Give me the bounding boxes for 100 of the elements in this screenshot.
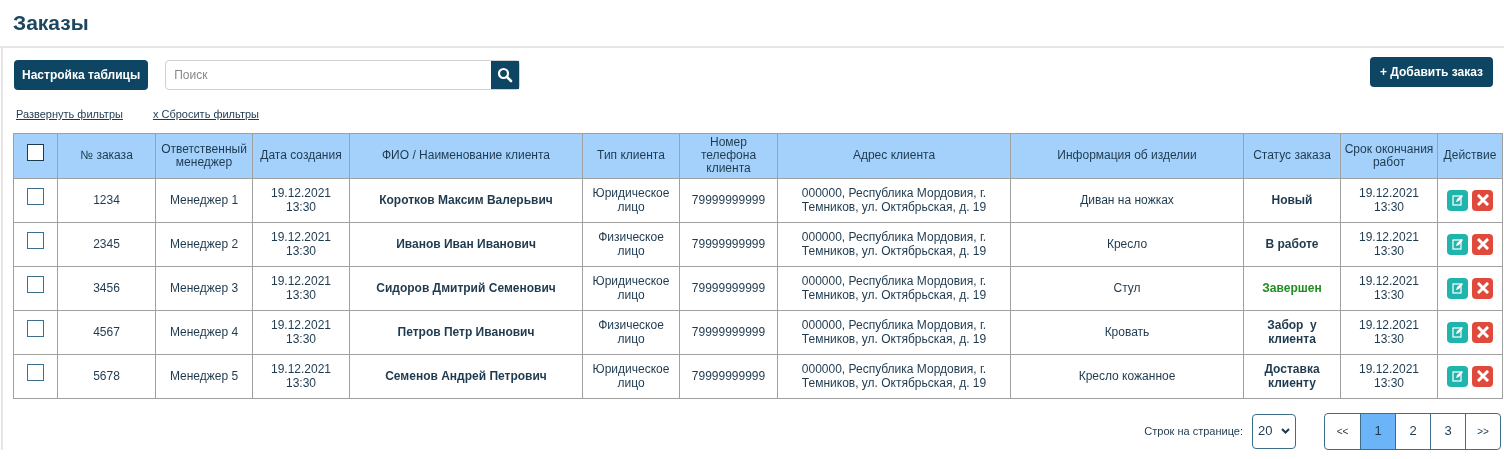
search-icon (497, 67, 514, 83)
table-cell: 000000, Республика Мордовия, г. Темников, ул. Октябрьская, д. 19 (777, 178, 1011, 222)
edit-button[interactable] (1447, 321, 1468, 343)
table-cell: 4567 (57, 310, 156, 354)
close-icon (1476, 194, 1489, 206)
table-cell: Кресло (1010, 222, 1244, 266)
close-icon (1476, 238, 1489, 250)
checkbox[interactable] (27, 276, 44, 293)
table-cell: Сидоров Дмитрий Семенович (349, 266, 583, 310)
column-header: Адрес клиента (777, 133, 1011, 178)
checkbox[interactable] (27, 364, 44, 381)
table-cell: 000000, Республика Мордовия, г. Темников, ул. Октябрьская, д. 19 (777, 266, 1011, 310)
table-cell: 19.12.2021 13:30 (1340, 178, 1438, 222)
add-order-button[interactable]: + Добавить заказ (1369, 57, 1493, 87)
table-cell: Юридическое лицо (582, 354, 680, 398)
close-icon (1476, 370, 1489, 382)
table-settings-button[interactable]: Настройка таблицы (14, 60, 149, 90)
table-cell: 19.12.2021 13:30 (1340, 354, 1438, 398)
column-header: Дата создания (252, 133, 350, 178)
table-cell: Иванов Иван Иванович (349, 222, 583, 266)
table-cell: Кресло кожанное (1010, 354, 1244, 398)
column-header: ФИО / Наименование клиента (349, 133, 583, 178)
status-text: Новый (1271, 193, 1313, 207)
table-cell: 5678 (57, 354, 156, 398)
table-cell: Менеджер 2 (155, 222, 253, 266)
status-text: В работе (1265, 237, 1319, 251)
close-icon (1476, 282, 1489, 294)
pencil-icon (1451, 282, 1464, 294)
table-cell: 19.12.2021 13:30 (252, 222, 350, 266)
table-cell: 3456 (57, 266, 156, 310)
checkbox[interactable] (27, 188, 44, 205)
status-text: Доставка клиенту (1264, 362, 1321, 390)
table-cell: Физическое лицо (582, 310, 680, 354)
rows-per-page-select[interactable]: 20 (1252, 413, 1296, 449)
edit-button[interactable] (1447, 365, 1468, 387)
edit-button[interactable] (1447, 277, 1468, 299)
chevron-down-icon (1281, 428, 1290, 434)
column-header: Номер телефона клиента (679, 133, 778, 178)
delete-button[interactable] (1472, 189, 1493, 211)
table-cell: Кровать (1010, 310, 1244, 354)
table-cell: 19.12.2021 13:30 (1340, 222, 1438, 266)
column-header: Тип клиента (582, 133, 680, 178)
table-cell: 2345 (57, 222, 156, 266)
table-cell: 19.12.2021 13:30 (252, 354, 350, 398)
table-cell: Диван на ножках (1010, 178, 1244, 222)
pencil-icon (1451, 326, 1464, 338)
page-button[interactable]: 1 (1360, 413, 1395, 449)
table-cell: 000000, Республика Мордовия, г. Темников, ул. Октябрьская, д. 19 (777, 222, 1011, 266)
column-header: Действие (1437, 133, 1503, 178)
table-cell: 79999999999 (679, 178, 778, 222)
delete-button[interactable] (1472, 233, 1493, 255)
table-cell: 000000, Республика Мордовия, г. Темников, ул. Октябрьская, д. 19 (777, 354, 1011, 398)
edit-button[interactable] (1447, 233, 1468, 255)
status-text: Завершен (1262, 281, 1322, 295)
table-cell: 19.12.2021 13:30 (1340, 266, 1438, 310)
table-cell: 19.12.2021 13:30 (252, 266, 350, 310)
checkbox[interactable] (27, 143, 44, 161)
table-cell: 19.12.2021 13:30 (252, 178, 350, 222)
column-header: Срок окончания работ (1340, 133, 1438, 178)
last-page-button[interactable]: >> (1465, 413, 1500, 449)
table-cell: 1234 (57, 178, 156, 222)
edit-button[interactable] (1447, 189, 1468, 211)
table-cell: Физическое лицо (582, 222, 680, 266)
pencil-icon (1451, 194, 1464, 206)
table-cell: 79999999999 (679, 354, 778, 398)
status-text: Забор у клиента (1267, 318, 1318, 346)
table-cell: Юридическое лицо (582, 266, 680, 310)
table-cell: 79999999999 (679, 222, 778, 266)
page-title: Заказы (13, 10, 89, 37)
table-cell: Петров Петр Иванович (349, 310, 583, 354)
close-icon (1476, 326, 1489, 338)
table-cell: Юридическое лицо (582, 178, 680, 222)
search-button[interactable] (491, 61, 520, 89)
table-cell: 79999999999 (679, 310, 778, 354)
table-cell: Менеджер 1 (155, 178, 253, 222)
table-cell: Стул (1010, 266, 1244, 310)
table-cell: Коротков Максим Валерьвич (349, 178, 583, 222)
column-header: Статус заказа (1243, 133, 1341, 178)
expand-filters-link[interactable]: Развернуть фильтры (16, 106, 123, 123)
table-cell: 000000, Республика Мордовия, г. Темников, ул. Октябрьская, д. 19 (777, 310, 1011, 354)
column-header: Информация об изделии (1010, 133, 1244, 178)
checkbox[interactable] (27, 232, 44, 249)
pencil-icon (1451, 238, 1464, 250)
table-cell: Семенов Андрей Петрович (349, 354, 583, 398)
table-cell: 19.12.2021 13:30 (1340, 310, 1438, 354)
pencil-icon (1451, 370, 1464, 382)
column-header: Ответственный менеджер (155, 133, 253, 178)
checkbox[interactable] (27, 320, 44, 337)
table-cell: 79999999999 (679, 266, 778, 310)
rows-per-page-label: Строк на странице: (1144, 423, 1243, 439)
delete-button[interactable] (1472, 321, 1493, 343)
table-cell: Менеджер 5 (155, 354, 253, 398)
table-cell: Менеджер 3 (155, 266, 253, 310)
delete-button[interactable] (1472, 277, 1493, 299)
reset-filters-link[interactable]: x Сбросить фильтры (152, 106, 259, 123)
delete-button[interactable] (1472, 365, 1493, 387)
first-page-button[interactable]: << (1325, 413, 1360, 449)
table-cell: Менеджер 4 (155, 310, 253, 354)
column-header: № заказа (57, 133, 156, 178)
table-cell: 19.12.2021 13:30 (252, 310, 350, 354)
